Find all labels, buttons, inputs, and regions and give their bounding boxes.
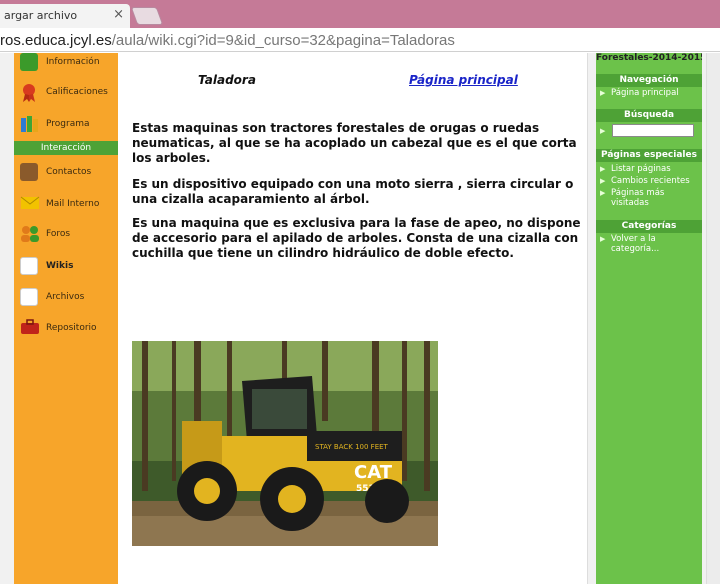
course-sidebar: Información Calificaciones Programa Inte…: [14, 53, 118, 584]
sidebar-item-wikis[interactable]: Wikis: [14, 257, 118, 281]
bullet-arrow-icon: ▶: [600, 177, 606, 185]
sidebar-item-label: Contactos: [46, 167, 92, 177]
link-label: Páginas más visitadas: [611, 188, 665, 208]
paragraph: Es una maquina que es exclusiva para la …: [132, 216, 581, 260]
sidebar-item-informacion[interactable]: Información: [14, 53, 118, 79]
tab-close-icon[interactable]: ×: [113, 7, 124, 22]
ribbon-icon: [20, 83, 38, 102]
books-icon: [20, 115, 38, 133]
sidebar-item-label: Repositorio: [46, 323, 97, 333]
sidebar-item-programa[interactable]: Programa: [14, 115, 118, 139]
bullet-arrow-icon: ▶: [600, 165, 606, 173]
link-label: Página principal: [611, 88, 679, 98]
browser-tab-bar: argar archivo ×: [0, 0, 720, 28]
page-viewport: Información Calificaciones Programa Inte…: [0, 53, 720, 584]
sidebar-item-label: Archivos: [46, 292, 85, 302]
main-page-link[interactable]: Página principal: [409, 73, 518, 87]
special-link-cambios[interactable]: ▶ Cambios recientes: [600, 176, 700, 186]
page-scrollbar[interactable]: [706, 53, 720, 584]
sidebar-item-label: Mail Interno: [46, 199, 100, 209]
special-pages-heading: Páginas especiales: [596, 149, 702, 162]
contacts-icon: [20, 163, 38, 181]
address-bar[interactable]: ros.educa.jcyl.es/aula/wiki.cgi?id=9&id_…: [0, 28, 720, 52]
categories-heading: Categorías: [596, 220, 702, 233]
url-domain: ros.educa.jcyl.es: [0, 32, 112, 49]
bullet-arrow-icon: ▶: [600, 189, 606, 197]
sidebar-item-label: Información: [46, 57, 100, 67]
sidebar-item-foros[interactable]: Foros: [14, 225, 118, 249]
sidebar-item-label: Wikis: [46, 261, 74, 271]
briefcase-icon: [20, 319, 39, 337]
feller-buncher-photo: STAY BACK 100 FEET CAT 553: [132, 341, 438, 546]
link-label: Volver a la categoría...: [611, 234, 660, 254]
bullet-arrow-icon: ▶: [600, 89, 606, 97]
link-label: Cambios recientes: [611, 176, 690, 186]
sidebar-item-label: Calificaciones: [46, 87, 108, 97]
wiki-content: Taladora Página principal Estas maquinas…: [118, 53, 588, 584]
link-label: Listar páginas: [611, 164, 671, 174]
browser-tab[interactable]: argar archivo ×: [0, 4, 130, 28]
search-heading: Búsqueda: [596, 109, 702, 122]
sidebar-item-label: Foros: [46, 229, 71, 239]
page-title: Taladora: [198, 73, 256, 87]
special-link-listar[interactable]: ▶ Listar páginas: [600, 164, 700, 174]
new-tab-button[interactable]: [130, 7, 164, 25]
sidebar-item-mail-interno[interactable]: Mail Interno: [14, 195, 118, 219]
info-icon: [20, 53, 38, 71]
sidebar-item-contactos[interactable]: Contactos: [14, 163, 118, 187]
search-input[interactable]: [612, 124, 694, 137]
wiki-pages-icon: [20, 257, 38, 275]
paragraph: Es un dispositivo equipado con una moto …: [132, 177, 574, 206]
bullet-arrow-icon: ▶: [600, 235, 606, 243]
sidebar-item-repositorio[interactable]: Repositorio: [14, 319, 118, 343]
special-link-mas-visitadas[interactable]: ▶ Páginas más visitadas: [600, 188, 700, 208]
people-icon: [20, 225, 39, 243]
course-name: Forestales-2014-2015: [596, 53, 702, 63]
envelope-icon: [20, 195, 40, 213]
category-link-volver[interactable]: ▶ Volver a la categoría...: [600, 234, 700, 254]
nav-link-pagina-principal[interactable]: ▶ Página principal: [600, 88, 700, 98]
sidebar-item-label: Programa: [46, 119, 90, 129]
tab-title: argar archivo: [4, 9, 78, 22]
files-icon: [20, 288, 38, 306]
paragraph: Estas maquinas son tractores forestales …: [132, 121, 577, 165]
url-path: /aula/wiki.cgi?id=9&id_curso=32&pagina=T…: [111, 32, 455, 49]
photo-decal-text: STAY BACK 100 FEET: [315, 443, 389, 451]
navigation-heading: Navegación: [596, 74, 702, 87]
sidebar-item-calificaciones[interactable]: Calificaciones: [14, 83, 118, 107]
sidebar-section-interaccion: Interacción: [14, 141, 118, 155]
wiki-sidebar: Forestales-2014-2015 Navegación ▶ Página…: [596, 53, 702, 584]
sidebar-item-archivos[interactable]: Archivos: [14, 288, 118, 312]
